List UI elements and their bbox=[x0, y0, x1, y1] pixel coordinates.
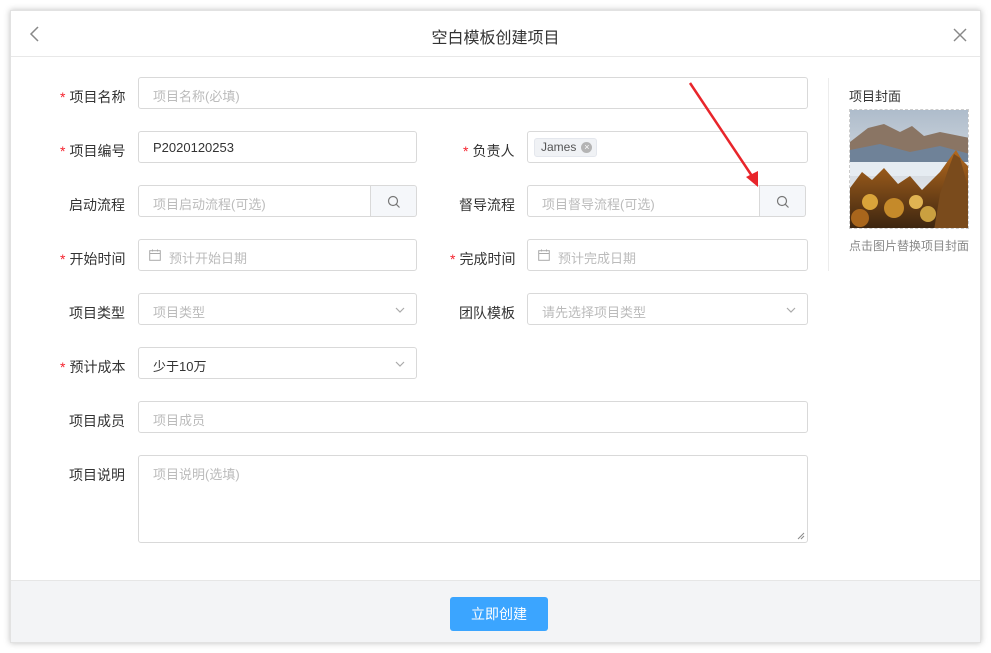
cover-hint: 点击图片替换项目封面 bbox=[849, 239, 970, 253]
project-name-input[interactable]: 项目名称(必填) bbox=[138, 77, 808, 109]
start-time-label: * 开始时间 bbox=[60, 251, 126, 267]
project-code-input[interactable]: P2020120253 bbox=[138, 131, 417, 163]
landscape-image bbox=[850, 110, 968, 228]
cover-title: 项目封面 bbox=[849, 89, 902, 104]
code-label: * 项目编号 bbox=[60, 143, 126, 159]
start-flow-label: 启动流程 bbox=[69, 197, 125, 213]
resize-handle-icon[interactable] bbox=[797, 532, 805, 540]
create-project-dialog: 空白模板创建项目 * 项目名称 项目名称(必填) * 项目编号 P202012025… bbox=[10, 10, 981, 643]
chevron-down-icon bbox=[395, 361, 405, 367]
start-date-picker[interactable]: 预计开始日期 bbox=[138, 239, 417, 271]
side-divider bbox=[828, 78, 829, 271]
team-template-select[interactable]: 请先选择项目类型 bbox=[527, 293, 808, 325]
tag-remove-icon[interactable]: × bbox=[581, 142, 593, 153]
members-label: 项目成员 bbox=[69, 413, 125, 429]
dialog-title: 空白模板创建项目 bbox=[431, 30, 560, 47]
cost-label: * 预计成本 bbox=[60, 359, 126, 375]
supervise-flow-search-button[interactable] bbox=[760, 185, 806, 217]
members-input[interactable]: 项目成员 bbox=[138, 401, 808, 433]
cost-select[interactable]: 少于10万 bbox=[138, 347, 417, 379]
search-icon bbox=[776, 195, 789, 208]
owner-select[interactable]: James × bbox=[527, 131, 808, 163]
chevron-down-icon bbox=[395, 307, 405, 313]
cover-image[interactable] bbox=[849, 109, 969, 229]
search-icon bbox=[387, 195, 400, 208]
team-template-label: 团队模板 bbox=[459, 305, 515, 321]
description-textarea[interactable]: 项目说明(选填) bbox=[138, 455, 808, 543]
owner-label: * 负责人 bbox=[463, 143, 515, 159]
chevron-down-icon bbox=[786, 307, 796, 313]
project-type-select[interactable]: 项目类型 bbox=[138, 293, 417, 325]
finish-date-picker[interactable]: 预计完成日期 bbox=[527, 239, 808, 271]
owner-tag: James × bbox=[534, 138, 598, 157]
start-flow-search-button[interactable] bbox=[371, 185, 417, 217]
type-label: 项目类型 bbox=[69, 305, 125, 321]
dialog-header: 空白模板创建项目 bbox=[11, 11, 980, 57]
calendar-icon bbox=[538, 249, 550, 261]
dialog-footer: 立即创建 bbox=[11, 580, 980, 642]
finish-time-label: * 完成时间 bbox=[450, 251, 516, 267]
supervise-flow-label: 督导流程 bbox=[459, 197, 515, 213]
name-label: * 项目名称 bbox=[60, 89, 126, 105]
calendar-icon bbox=[149, 249, 161, 261]
close-icon[interactable] bbox=[950, 25, 970, 45]
supervise-flow-input[interactable]: 项目督导流程(可选) bbox=[527, 185, 760, 217]
create-now-button[interactable]: 立即创建 bbox=[450, 597, 548, 631]
description-label: 项目说明 bbox=[69, 467, 125, 483]
start-flow-input[interactable]: 项目启动流程(可选) bbox=[138, 185, 371, 217]
